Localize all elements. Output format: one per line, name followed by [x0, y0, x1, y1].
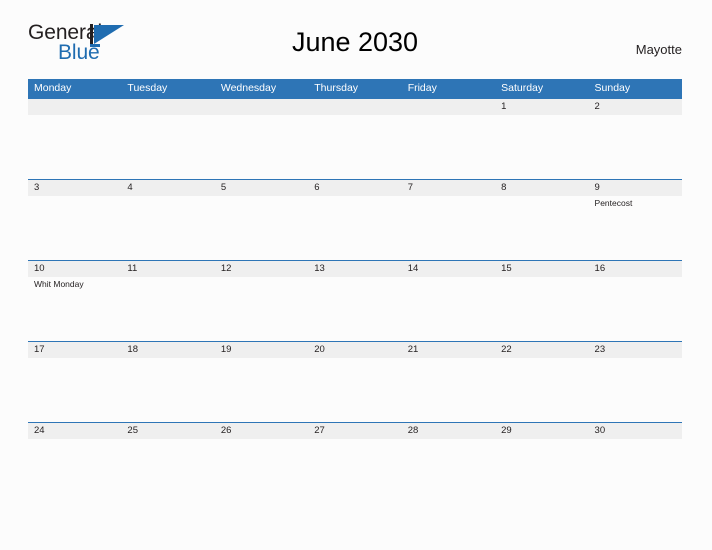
weekday-header-row: Monday Tuesday Wednesday Thursday Friday…: [28, 79, 682, 98]
day-number: 14: [407, 263, 419, 274]
calendar-day-cell[interactable]: 27: [308, 423, 402, 504]
day-number: 5: [220, 182, 227, 193]
weekday-monday: Monday: [34, 82, 72, 94]
day-number: 2: [594, 101, 600, 112]
calendar-day-cell[interactable]: [308, 99, 402, 180]
calendar-day-cell[interactable]: 14: [401, 261, 496, 342]
calendar-day-cell[interactable]: 20: [308, 342, 402, 423]
day-number: 16: [594, 263, 606, 274]
calendar-day-cell[interactable]: 25: [121, 423, 215, 504]
day-number: 8: [501, 182, 507, 193]
locale-label: Mayotte: [635, 42, 682, 57]
calendar-day-cell[interactable]: 8: [495, 180, 589, 261]
weekday-sunday: Sunday: [594, 82, 631, 94]
calendar-day-cell[interactable]: 3: [28, 180, 122, 261]
day-number: 26: [220, 425, 232, 436]
calendar-day-cell[interactable]: 1: [495, 99, 589, 180]
day-number: 1: [501, 101, 507, 112]
calendar-day-cell[interactable]: 11: [121, 261, 215, 342]
day-number: 15: [501, 263, 512, 274]
weekday-wednesday: Wednesday: [220, 82, 277, 94]
day-number: 23: [594, 344, 606, 355]
calendar-day-cell[interactable]: 18: [121, 342, 215, 423]
calendar-week-row: 24 25 26 27 28 29 30: [28, 422, 682, 503]
weekday-thursday: Thursday: [314, 82, 359, 94]
calendar-day-cell[interactable]: 7: [401, 180, 496, 261]
day-number: 22: [501, 344, 512, 355]
day-number: 30: [594, 425, 606, 436]
weekday-friday: Friday: [407, 82, 437, 94]
calendar-day-cell[interactable]: [401, 99, 496, 180]
calendar-day-cell[interactable]: 9 Pentecost: [588, 180, 682, 261]
day-number: 11: [127, 263, 138, 274]
day-number: 20: [314, 344, 325, 355]
calendar-day-cell[interactable]: 28: [401, 423, 496, 504]
day-number: 6: [314, 182, 320, 193]
calendar-day-cell[interactable]: 15: [495, 261, 589, 342]
calendar-day-cell[interactable]: 24: [28, 423, 122, 504]
calendar-day-cell[interactable]: 13: [308, 261, 402, 342]
calendar-week-row: 10 Whit Monday 11 12 13 14 15 16: [28, 260, 682, 341]
day-number: 3: [34, 182, 40, 193]
calendar-day-cell[interactable]: 19: [214, 342, 309, 423]
calendar-day-cell[interactable]: [214, 99, 309, 180]
weekday-tuesday: Tuesday: [127, 82, 168, 94]
calendar-week-row: 3 4 5 6 7 8 9 Pentecost: [28, 179, 682, 260]
calendar-week-row: 1 2: [28, 98, 682, 179]
page-header: General Blue June 2030 Mayotte: [28, 22, 682, 70]
day-number: 7: [407, 182, 413, 193]
day-number: 24: [34, 425, 45, 436]
day-number: 18: [127, 344, 138, 355]
day-number: 17: [34, 344, 45, 355]
calendar-day-cell[interactable]: [121, 99, 215, 180]
calendar-day-cell[interactable]: [28, 99, 122, 180]
weekday-saturday: Saturday: [501, 82, 544, 94]
day-number: 12: [220, 263, 232, 274]
day-number: 21: [407, 344, 419, 355]
day-number: 25: [127, 425, 138, 436]
day-number: 13: [314, 263, 325, 274]
calendar-day-cell[interactable]: 5: [214, 180, 309, 261]
day-number: 10: [34, 263, 45, 274]
calendar-week-row: 17 18 19 20 21 22 23: [28, 341, 682, 422]
day-number: 29: [501, 425, 512, 436]
calendar-day-cell[interactable]: 23: [588, 342, 682, 423]
day-number: 27: [314, 425, 325, 436]
day-number: 9: [594, 182, 600, 193]
calendar-day-cell[interactable]: 22: [495, 342, 589, 423]
page-title: June 2030: [291, 27, 419, 57]
calendar-day-cell[interactable]: 12: [214, 261, 309, 342]
day-number: 19: [220, 344, 232, 355]
holiday-label: Pentecost: [594, 198, 633, 208]
calendar-day-cell[interactable]: 10 Whit Monday: [28, 261, 122, 342]
calendar-day-cell[interactable]: 6: [308, 180, 402, 261]
calendar-day-cell[interactable]: 2: [588, 99, 682, 180]
calendar-grid: Monday Tuesday Wednesday Thursday Friday…: [28, 79, 682, 503]
day-number: 4: [127, 182, 133, 193]
calendar-day-cell[interactable]: 26: [214, 423, 309, 504]
calendar-day-cell[interactable]: 17: [28, 342, 122, 423]
holiday-label: Whit Monday: [34, 279, 84, 289]
calendar-day-cell[interactable]: 30: [588, 423, 682, 504]
day-number: 28: [407, 425, 419, 436]
calendar-day-cell[interactable]: 4: [121, 180, 215, 261]
calendar-day-cell[interactable]: 21: [401, 342, 496, 423]
calendar-day-cell[interactable]: 29: [495, 423, 589, 504]
calendar-day-cell[interactable]: 16: [588, 261, 682, 342]
